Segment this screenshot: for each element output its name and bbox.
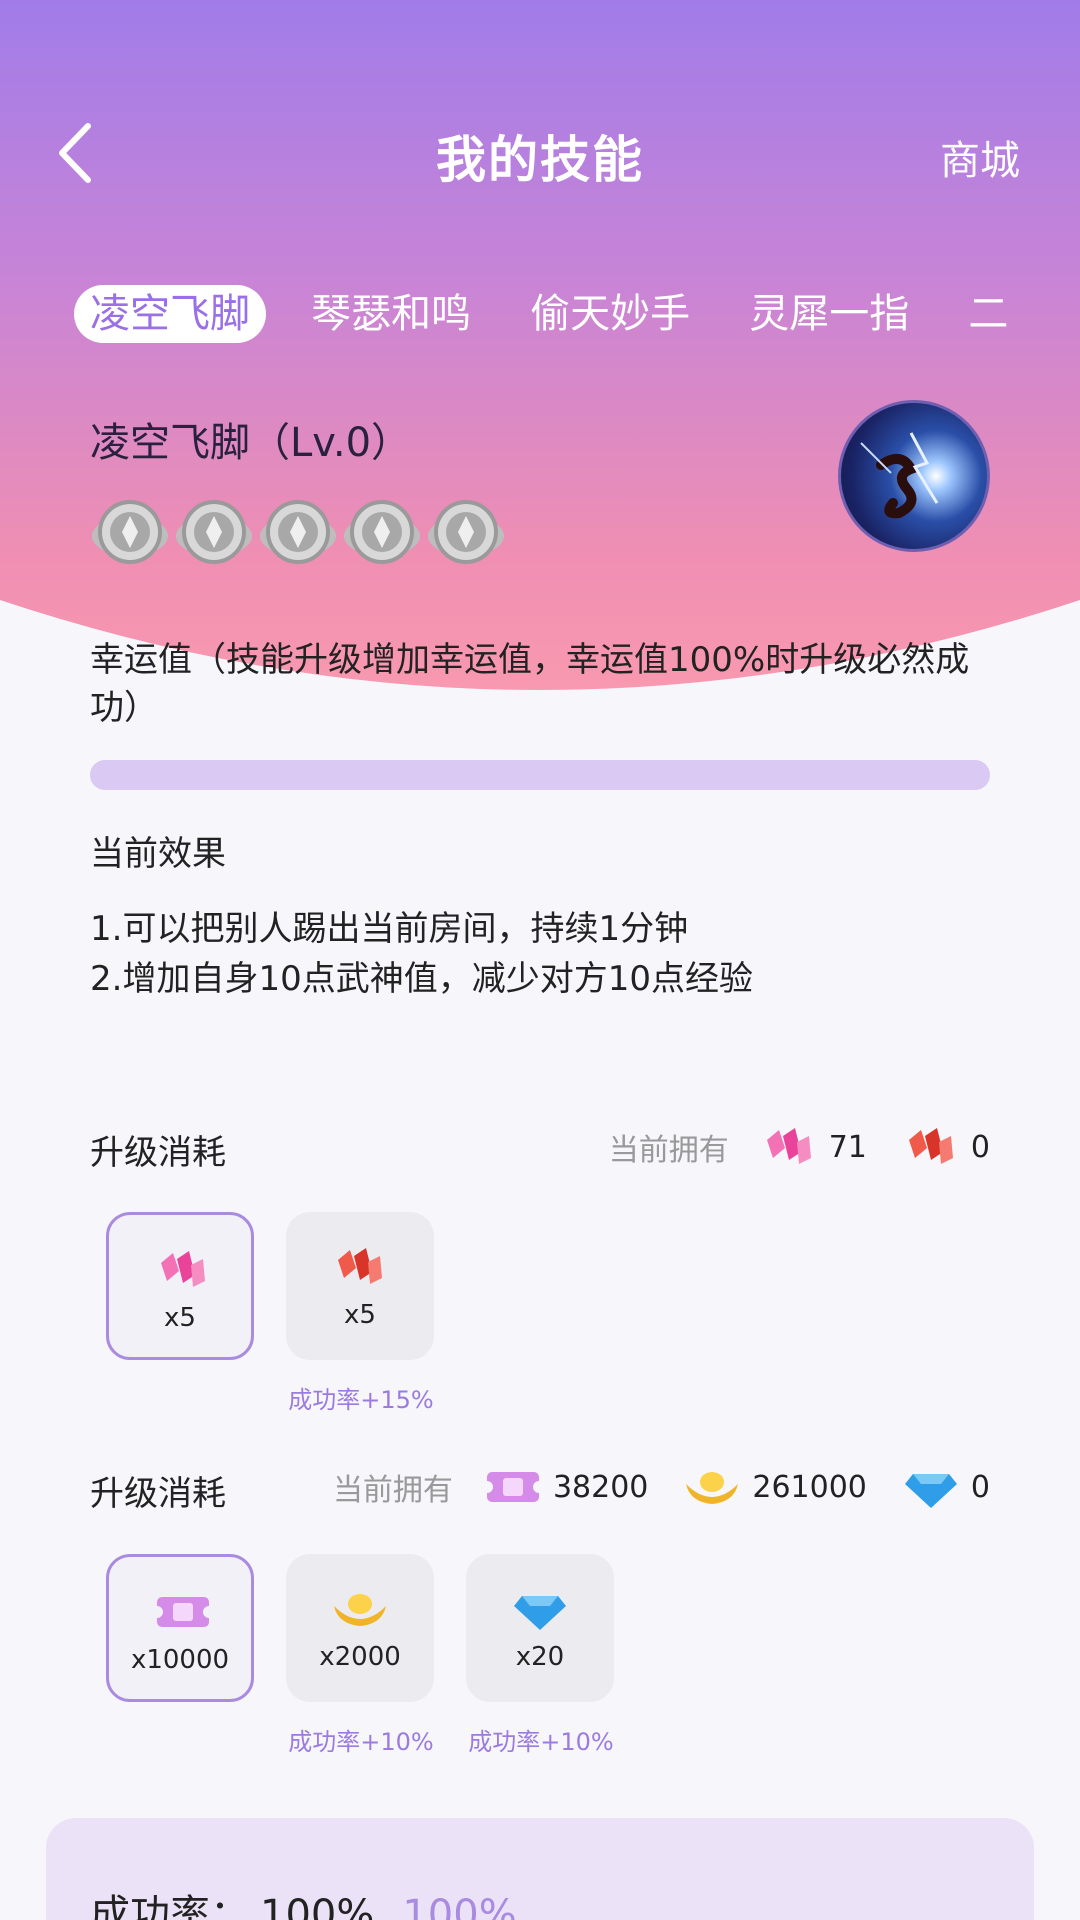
cost-option-card[interactable]: x2000 成功率+10% [286, 1554, 434, 1756]
success-rate-bonus: 成功率+10% [288, 1728, 434, 1756]
owned-label: 当前拥有 [332, 1473, 453, 1508]
owned-summary: 当前拥有 38200 261000 0 [333, 1462, 990, 1512]
cost-options: x10000 x2000 成功率+10% x20 成功率+10% [106, 1554, 646, 1756]
owned-value: 0 [970, 1469, 990, 1505]
tab-skill-5[interactable]: 二 [954, 285, 1022, 343]
cost-count: x10000 [130, 1645, 230, 1675]
owned-summary: 当前拥有 71 0 [609, 1122, 990, 1172]
top-bar: 我的技能 商城 [0, 100, 1080, 210]
owned-value: 71 [828, 1129, 867, 1165]
effect-line: 2.增加自身10点武神值，减少对方10点经验 [90, 959, 753, 999]
diamond-icon [904, 1474, 957, 1508]
cost-count: x2000 [319, 1642, 401, 1672]
success-rate-bonus: 成功率+15% [288, 1386, 434, 1414]
owned-label: 当前拥有 [608, 1133, 729, 1168]
ticket-icon [482, 1472, 543, 1502]
cost-title: 升级消耗 [90, 1474, 226, 1514]
cost-count: x5 [164, 1303, 196, 1333]
skill-tabs: 凌空飞脚 琴瑟和鸣 偷天妙手 灵犀一指 二 [74, 285, 1044, 345]
owned-value: 261000 [752, 1469, 867, 1505]
owned-value: 38200 [552, 1469, 649, 1505]
tab-skill-1[interactable]: 凌空飞脚 [74, 285, 266, 343]
effect-title: 当前效果 [90, 834, 226, 874]
success-rate-bonus: 成功率+10% [468, 1728, 614, 1756]
skill-name: 凌空飞脚（Lv.0） [90, 420, 412, 466]
level-medal-icon [344, 500, 420, 564]
success-rate-total: 100% [402, 1892, 517, 1920]
cost-option-card[interactable]: x5 成功率+15% [286, 1212, 434, 1414]
level-medal-icon [428, 500, 504, 564]
red-crystal-icon [908, 1128, 953, 1164]
cost-option-card[interactable]: x5 [106, 1212, 254, 1360]
luck-description: 幸运值（技能升级增加幸运值，幸运值100%时升级必然成功） [90, 640, 970, 728]
page-title: 我的技能 [436, 131, 644, 189]
success-rate-panel: 成功率： 100% 100% [46, 1818, 1034, 1920]
level-medal-icon [92, 500, 168, 564]
pink-crystal-icon [766, 1128, 811, 1164]
effect-list: 1.可以把别人踢出当前房间，持续1分钟 2.增加自身10点武神值，减少对方10点… [90, 904, 753, 1004]
skill-level-stars [88, 490, 508, 574]
success-rate-label: 成功率： [90, 1892, 250, 1920]
level-medal-icon [176, 500, 252, 564]
cost-title: 升级消耗 [90, 1133, 226, 1173]
red-crystal-icon [338, 1248, 382, 1284]
cost-count: x20 [515, 1642, 565, 1672]
tab-skill-4[interactable]: 灵犀一指 [735, 285, 923, 343]
luck-progress-bar [90, 760, 990, 790]
gold-ingot-icon [686, 1472, 739, 1504]
gold-ingot-icon [334, 1594, 386, 1626]
cost-count: x5 [344, 1300, 376, 1330]
tab-skill-3[interactable]: 偷天妙手 [516, 285, 704, 343]
owned-value: 0 [970, 1129, 990, 1165]
pink-crystal-icon [161, 1251, 205, 1287]
tab-skill-2[interactable]: 琴瑟和鸣 [297, 285, 485, 343]
flying-kick-icon [860, 432, 939, 519]
ticket-icon [153, 1597, 213, 1627]
success-rate-value: 100% [260, 1892, 375, 1920]
level-medal-icon [260, 500, 336, 564]
mall-button[interactable]: 商城 [940, 128, 1020, 186]
diamond-icon [514, 1596, 566, 1630]
cost-option-card[interactable]: x10000 [106, 1554, 254, 1702]
cost-options: x5 x5 成功率+15% [106, 1212, 466, 1414]
skill-icon [838, 400, 990, 552]
cost-option-card[interactable]: x20 成功率+10% [466, 1554, 614, 1756]
effect-line: 1.可以把别人踢出当前房间，持续1分钟 [90, 909, 689, 949]
success-rate: 成功率： 100% 100% [90, 1882, 517, 1920]
